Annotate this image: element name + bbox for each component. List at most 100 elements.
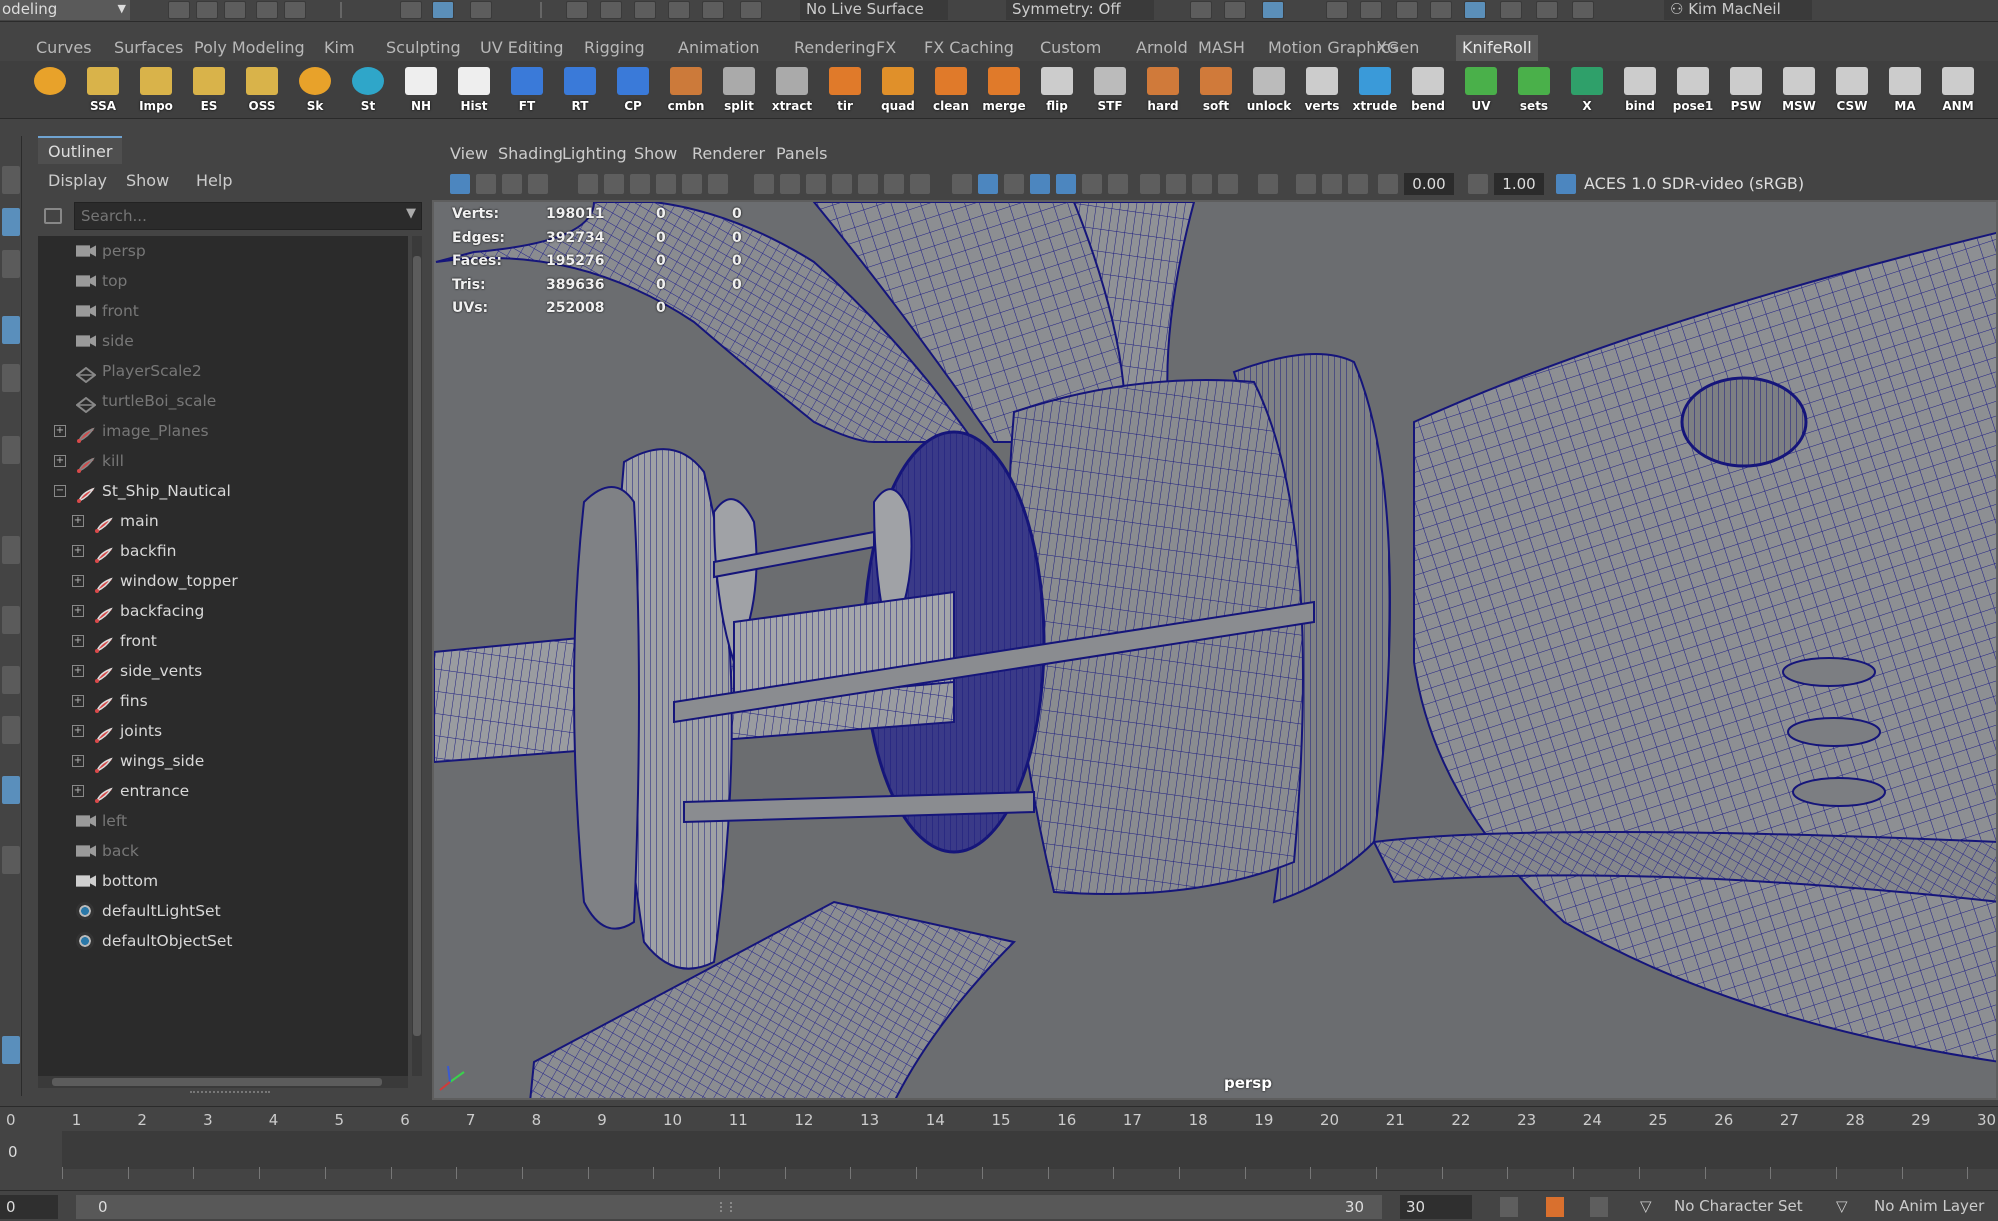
expand-icon[interactable]: + (72, 695, 84, 707)
shelf-tab-rendering[interactable]: Rendering (788, 35, 882, 61)
shelf-tab-fx-caching[interactable]: FX Caching (918, 35, 1020, 61)
gamma-field[interactable]: 1.00 (1494, 173, 1544, 195)
scale-tool-icon[interactable] (2, 436, 20, 464)
lasso-tool-icon[interactable] (2, 208, 20, 236)
snap-point-icon[interactable] (634, 1, 656, 19)
move-tool-icon[interactable] (2, 316, 20, 344)
shelf-button-verts[interactable]: verts (1298, 65, 1346, 117)
symmetry-field[interactable]: Symmetry: Off (1006, 0, 1154, 20)
outliner-item[interactable]: persp (38, 236, 408, 266)
shelf-button-hard[interactable]: hard (1139, 65, 1187, 117)
layout-four-icon[interactable] (2, 666, 20, 694)
expand-icon[interactable]: + (72, 725, 84, 737)
outliner-item[interactable]: PlayerScale2 (38, 356, 408, 386)
shelf-button-anm[interactable]: ANM (1934, 65, 1982, 117)
expand-icon[interactable]: + (72, 575, 84, 587)
outliner-item[interactable]: + window_topper (38, 566, 408, 596)
redo-icon[interactable] (284, 1, 306, 19)
outliner-item[interactable]: side (38, 326, 408, 356)
expand-icon[interactable]: + (72, 515, 84, 527)
shelf-tab-mash[interactable]: MASH (1192, 35, 1251, 61)
time-slider-track[interactable] (62, 1131, 1998, 1179)
isolate-select-icon[interactable] (1258, 174, 1278, 194)
outliner-item[interactable]: defaultObjectSet (38, 926, 408, 956)
outliner-item[interactable]: + image_Planes (38, 416, 408, 446)
shelf-button-tir[interactable]: tir (821, 65, 869, 117)
two-d-pan-icon[interactable] (604, 174, 624, 194)
safe-title-icon[interactable] (910, 174, 930, 194)
outliner-item[interactable]: + front (38, 626, 408, 656)
auto-key-icon[interactable] (1546, 1197, 1564, 1217)
shelf-button-impo[interactable]: Impo (132, 65, 180, 117)
xray-icon[interactable] (1056, 174, 1076, 194)
animation-end-field[interactable]: 30 (1400, 1195, 1472, 1219)
field-chart-icon[interactable] (858, 174, 878, 194)
resolution-gate-icon[interactable] (806, 174, 826, 194)
shelf-button-merge[interactable]: merge (980, 65, 1028, 117)
chevron-down-icon[interactable]: ▼ (406, 206, 416, 221)
expand-icon[interactable]: + (54, 455, 66, 467)
outliner-item[interactable]: + kill (38, 446, 408, 476)
filter-button[interactable] (38, 204, 68, 228)
backface-icon[interactable] (1348, 174, 1368, 194)
shelf-button-hist[interactable]: Hist (450, 65, 498, 117)
render-region-icon[interactable] (1500, 1, 1522, 19)
use-all-lights-icon[interactable] (1082, 174, 1102, 194)
xray-active-icon[interactable] (1322, 174, 1342, 194)
motion-blur-icon[interactable] (1166, 174, 1186, 194)
layout-single-icon[interactable] (2, 606, 20, 634)
layout-side-icon[interactable] (2, 716, 20, 744)
shelf-button-es[interactable]: ES (185, 65, 233, 117)
outliner-menu-display[interactable]: Display (48, 168, 107, 194)
shelf-button-xtrude[interactable]: xtrude (1351, 65, 1399, 117)
shelf-button-maya[interactable] (26, 65, 74, 117)
smooth-shade-icon[interactable] (978, 174, 998, 194)
anim-layer-selector[interactable]: No Anim Layer (1874, 1191, 1984, 1221)
shelf-button-sk[interactable]: Sk (291, 65, 339, 117)
magnify-icon[interactable] (2, 846, 20, 874)
shelf-button-x[interactable]: X (1563, 65, 1611, 117)
search-input[interactable] (74, 202, 422, 230)
shelf-tab-arnold[interactable]: Arnold (1130, 35, 1194, 61)
expand-icon[interactable]: + (72, 755, 84, 767)
panel-menu-lighting[interactable]: Lighting (562, 140, 627, 168)
save-scene-icon[interactable] (224, 1, 246, 19)
anti-alias-icon[interactable] (1192, 174, 1212, 194)
shelf-tab-fx[interactable]: FX (870, 35, 902, 61)
panel-menu-view[interactable]: View (450, 140, 488, 168)
outliner-item[interactable]: top (38, 266, 408, 296)
outliner-item[interactable]: front (38, 296, 408, 326)
outliner-menu-help[interactable]: Help (196, 168, 232, 194)
grease-pencil-icon[interactable] (630, 174, 650, 194)
select-tool-icon[interactable] (2, 166, 20, 194)
shelf-tab-poly-modeling[interactable]: Poly Modeling (188, 35, 311, 61)
outliner-item[interactable]: − St_Ship_Nautical (38, 476, 408, 506)
outliner-item[interactable]: defaultLightSet (38, 896, 408, 926)
shelf-tab-custom[interactable]: Custom (1034, 35, 1107, 61)
shelf-button-st[interactable]: St (344, 65, 392, 117)
shelf-button-bend[interactable]: bend (1404, 65, 1452, 117)
shelf-button-cmbn[interactable]: cmbn (662, 65, 710, 117)
outliner-item[interactable]: left (38, 806, 408, 836)
undo-icon[interactable] (256, 1, 278, 19)
shelf-tab-kniferoll[interactable]: KnifeRoll (1456, 35, 1538, 61)
depth-of-field-icon[interactable] (1218, 174, 1238, 194)
image-plane-icon[interactable] (528, 174, 548, 194)
expand-icon[interactable]: + (72, 605, 84, 617)
shelf-tab-animation[interactable]: Animation (672, 35, 766, 61)
time-slider[interactable]: 0 0 1 2 3 4 5 6 7 8 9 10 11 12 13 14 15 16 17 18 19 20 21 22 23… (0, 1106, 1998, 1179)
shelf-button-ssa[interactable]: SSA (79, 65, 127, 117)
expand-icon[interactable]: + (72, 635, 84, 647)
expand-icon[interactable]: + (54, 425, 66, 437)
shelf-button-psw[interactable]: PSW (1722, 65, 1770, 117)
collapse-icon[interactable]: − (54, 485, 66, 497)
shelf-button-flip[interactable]: flip (1033, 65, 1081, 117)
outliner-item[interactable]: + backfacing (38, 596, 408, 626)
shelf-tab-curves[interactable]: Curves (30, 35, 98, 61)
playback-speed-icon[interactable] (1500, 1197, 1518, 1217)
user-account[interactable]: ⚇ Kim MacNeil (1664, 0, 1812, 20)
vertical-scrollbar[interactable] (412, 236, 422, 1076)
scrollbar-thumb[interactable] (413, 256, 421, 1036)
shelf-button-ft[interactable]: FT (503, 65, 551, 117)
color-space-label[interactable]: ACES 1.0 SDR-video (sRGB) (1584, 173, 1804, 195)
